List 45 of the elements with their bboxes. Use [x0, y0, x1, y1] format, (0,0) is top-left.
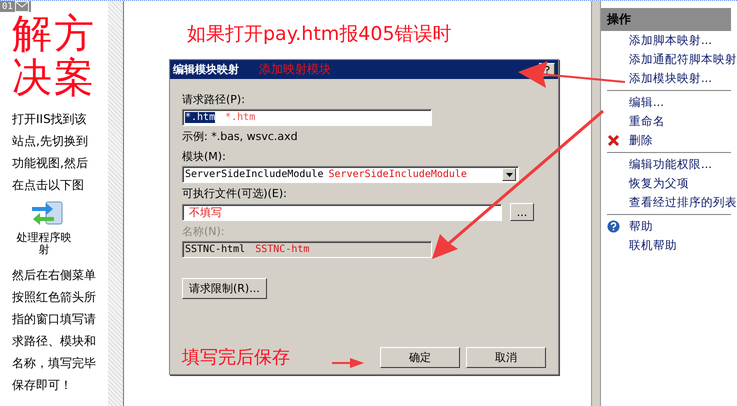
annotation-text: 不填写 [189, 204, 222, 220]
action-link[interactable]: 帮助 [629, 219, 653, 234]
action-link[interactable]: 查看经过排序的列表 [629, 195, 737, 210]
annotation-arrow [332, 358, 364, 368]
field-value: ServerSideIncludeModule [185, 169, 324, 180]
page-number: 01 [2, 2, 13, 12]
action-link[interactable]: 添加模块映射... [629, 71, 712, 86]
field-label: 请求路径(P): [182, 92, 245, 107]
action-link[interactable]: 编辑功能权限... [629, 157, 712, 172]
field-value: *.htm [185, 112, 216, 123]
dialog-title: 编辑模块映射 [173, 62, 239, 77]
field-label: 模块(M): [182, 149, 226, 164]
delete-icon [607, 134, 620, 147]
help-icon [607, 220, 620, 233]
feature-label[interactable]: 处理程序映射 [12, 232, 76, 256]
browse-button[interactable]: ... [510, 203, 534, 221]
question-mark-icon [544, 66, 550, 74]
panel-header: 操作 [601, 8, 731, 31]
action-link[interactable]: 联机帮助 [629, 238, 677, 253]
instruction-text: 打开IIS找到该站点,先切换到功能视图,然后在点击以下图 [12, 111, 89, 194]
annotation-text: *.htm [225, 112, 256, 123]
action-link[interactable]: 恢复为父项 [629, 176, 689, 191]
cancel-button[interactable]: 取消 [466, 346, 546, 368]
annotation-text: ServerSideIncludeModule [328, 169, 467, 180]
action-link[interactable]: 删除 [629, 133, 653, 148]
action-link[interactable]: 添加通配符脚本映射 [629, 52, 737, 67]
example-text: 示例: *.bas, wsvc.axd [182, 129, 298, 144]
executable-field[interactable]: 不填写 [182, 204, 502, 220]
module-dropdown[interactable]: ServerSideIncludeModule ServerSideIncludeModule [182, 166, 519, 183]
ok-button[interactable]: 确定 [380, 346, 460, 368]
field-label: 名称(N): [182, 224, 225, 239]
title-text: 方案 [54, 12, 94, 100]
request-restrictions-button[interactable]: 请求限制(R)... [182, 278, 267, 299]
title-text: 解决 [12, 12, 52, 100]
annotation-text: SSTNC-htm [255, 244, 310, 255]
field-label: 可执行文件(可选)(E): [182, 186, 287, 201]
request-path-field[interactable]: *.htm *.htm [182, 109, 432, 126]
action-link[interactable]: 重命名 [629, 114, 665, 129]
field-value: SSTNC-html [185, 244, 246, 255]
action-link[interactable]: 添加脚本映射... [629, 33, 712, 48]
action-link[interactable]: 编辑... [629, 95, 664, 110]
annotation-text: 填写完后保存 [182, 346, 290, 369]
instruction-text: 然后在右侧菜单按照红色箭头所指的窗口填写请求路径、模块和名称，填写完毕保存即可！ [12, 267, 97, 394]
annotation-text: 添加映射模块 [259, 61, 332, 78]
annotation-heading: 如果打开pay.htm报405错误时 [187, 22, 452, 47]
